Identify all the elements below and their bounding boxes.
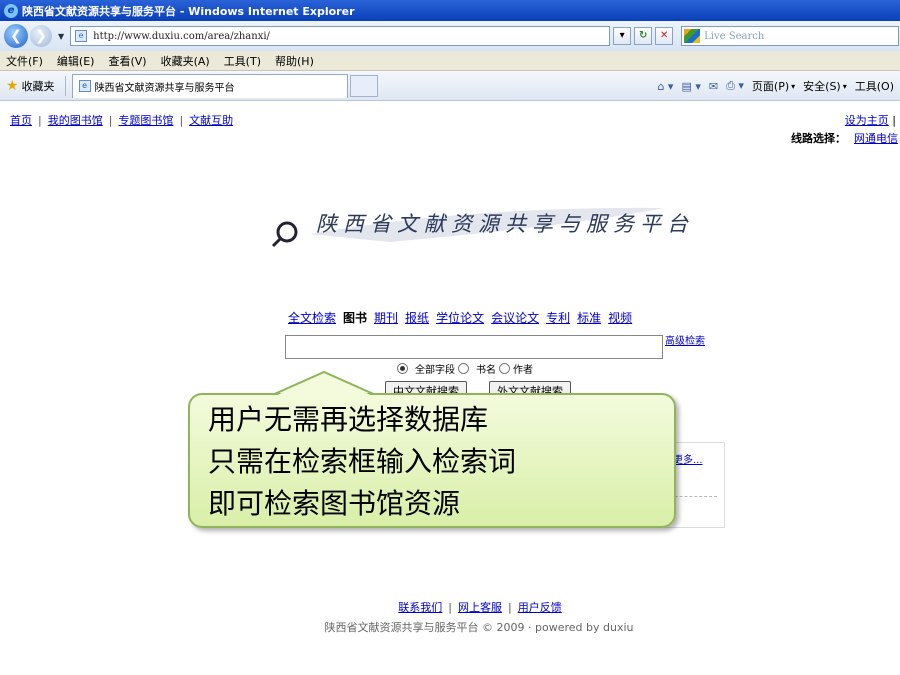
back-button[interactable]: ❮ [4,24,28,48]
menu-favorites[interactable]: 收藏夹(A) [161,53,210,69]
tab-newspapers[interactable]: 报纸 [405,309,429,326]
new-tab-button[interactable] [349,74,378,97]
nav-topic-library[interactable]: 专题图书馆 [118,114,173,127]
tab-journals[interactable]: 期刊 [374,309,398,326]
tools-menu[interactable]: 工具(O) [855,78,894,94]
window-title-bar: e 陕西省文献资源共享与服务平台 - Windows Internet Expl… [0,0,900,21]
advanced-search-link[interactable]: 高级检索 [665,332,705,347]
tab-video[interactable]: 视频 [608,309,632,326]
nav-home[interactable]: 首页 [10,114,32,127]
tab-page-icon: e [78,80,91,92]
favorites-star-icon[interactable]: ★ [6,78,19,94]
category-tabs: 全文检索 图书 期刊 报纸 学位论文 会议论文 专利 标准 视频 [288,309,632,326]
callout-line-1: 用户无需再选择数据库 [208,403,489,436]
top-nav: 首页 | 我的图书馆 | 专题图书馆 | 文献互助 [10,112,233,128]
tab-patents[interactable]: 专利 [546,309,570,326]
logo-magnifier-handle [271,237,282,248]
radio-title[interactable] [458,363,469,374]
live-search-placeholder: Live Search [704,30,765,42]
logo-magnifier-icon [276,221,298,243]
callout-annotation: 用户无需再选择数据库 只需在检索框输入检索词 即可检索图书馆资源 [188,393,676,528]
footer-support[interactable]: 网上客服 [458,601,502,614]
menu-help[interactable]: 帮助(H) [275,53,314,69]
callout-line-2: 只需在检索框输入检索词 [208,445,517,478]
radio-all-fields-label: 全部字段 [415,365,455,376]
command-bar: ⌂ ▾ ▤ ▾ ✉ ⎙ ▾ 页面(P) ▾ 安全(S) ▾ 工具(O) [649,78,894,94]
page-icon: e [75,30,88,42]
menu-edit[interactable]: 编辑(E) [57,53,95,69]
history-dropdown-icon[interactable]: ▼ [58,32,64,41]
address-toolbar: ❮ ❯ ▼ e http://www.duxiu.com/area/zhanxi… [0,21,900,51]
nav-my-library[interactable]: 我的图书馆 [48,114,103,127]
set-home-link[interactable]: 设为主页 [845,114,889,127]
home-icon[interactable]: ⌂ ▾ [657,80,673,93]
copyright: 陕西省文献资源共享与服务平台 © 2009 · powered by duxiu [324,621,634,634]
feeds-icon[interactable]: ▤ ▾ [681,80,700,93]
radio-all-fields[interactable] [397,363,408,374]
footer-links: 联系我们 | 网上客服 | 用户反馈 [0,599,900,615]
live-search-input[interactable]: Live Search [681,26,900,46]
stop-button[interactable]: ✕ [655,27,674,45]
page-menu-arrow-icon[interactable]: ▾ [791,82,795,91]
menu-bar: 文件(F) 编辑(E) 查看(V) 收藏夹(A) 工具(T) 帮助(H) [0,51,900,71]
radio-author-label: 作者 [513,365,533,376]
mail-icon[interactable]: ✉ [709,80,718,93]
menu-view[interactable]: 查看(V) [108,53,146,69]
favorites-button[interactable]: 收藏夹 [22,78,55,94]
safety-menu[interactable]: 安全(S) [803,78,841,94]
divider [64,75,66,96]
divider: | [38,114,42,127]
tab-title: 陕西省文献资源共享与服务平台 [94,82,235,94]
tab-books[interactable]: 图书 [343,309,367,326]
line-select-label: 线路选择： [791,132,846,145]
radio-author[interactable] [499,363,510,374]
search-input[interactable] [285,335,663,359]
menu-file[interactable]: 文件(F) [6,53,43,69]
tab-theses[interactable]: 学位论文 [436,309,484,326]
ie-logo-icon: e [4,3,18,18]
divider: | [508,601,512,614]
footer-feedback[interactable]: 用户反馈 [518,601,562,614]
print-icon[interactable]: ⎙ ▾ [726,79,744,93]
search-field-options: 全部字段 书名 作者 [397,361,533,376]
radio-title-label: 书名 [476,365,496,376]
tab-fulltext[interactable]: 全文检索 [288,309,336,326]
address-input[interactable]: e http://www.duxiu.com/area/zhanxi/ [70,26,611,46]
browser-tab[interactable]: e 陕西省文献资源共享与服务平台 [71,73,348,98]
more-link[interactable]: 更多... [673,451,703,466]
set-home-area: 设为主页 | [844,114,896,127]
refresh-button[interactable]: ↻ [634,27,653,45]
safety-menu-arrow-icon[interactable]: ▾ [843,82,847,91]
menu-tools[interactable]: 工具(T) [224,53,261,69]
window-title: 陕西省文献资源共享与服务平台 - Windows Internet Explor… [22,4,355,18]
line-select: 线路选择： 网通电信 [791,130,898,146]
page-menu[interactable]: 页面(P) [752,78,789,94]
footer-contact[interactable]: 联系我们 [398,601,442,614]
address-dropdown-icon[interactable]: ▾ [613,27,632,45]
forward-button[interactable]: ❯ [30,25,52,47]
line-select-link[interactable]: 网通电信 [854,132,898,145]
tab-standards[interactable]: 标准 [577,309,601,326]
logo-text: 陕西省文献资源共享与服务平台 [316,212,694,236]
callout-line-3: 即可检索图书馆资源 [208,487,461,520]
live-search-icon [684,29,701,43]
address-url: http://www.duxiu.com/area/zhanxi/ [93,30,270,42]
nav-document-exchange[interactable]: 文献互助 [189,114,233,127]
divider: | [179,114,184,127]
divider: | [448,601,452,614]
divider: | [108,114,113,127]
tab-conference[interactable]: 会议论文 [491,309,539,326]
